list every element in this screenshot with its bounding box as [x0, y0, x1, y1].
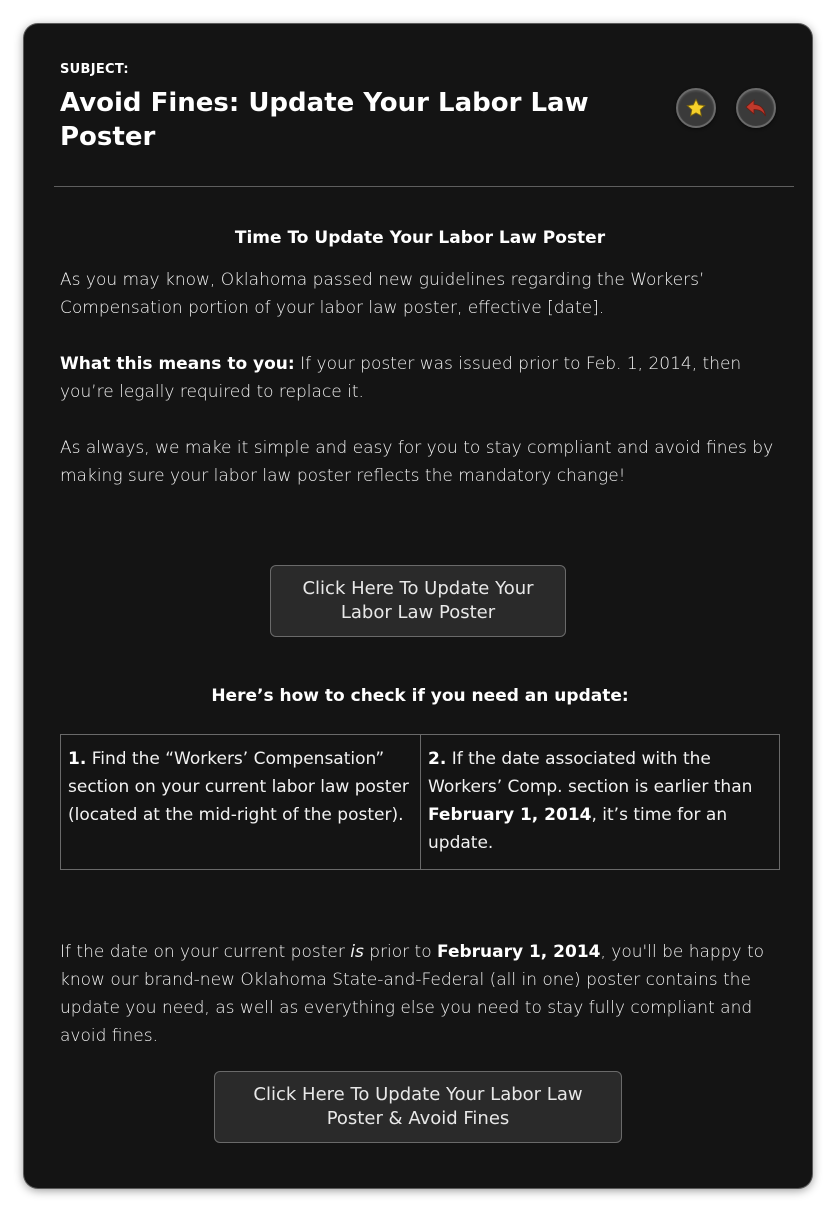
reply-button[interactable] — [736, 88, 776, 128]
subject-label: SUBJECT: — [60, 62, 129, 77]
update-avoid-fines-button-label: Click Here To Update Your Labor Law Post… — [253, 1084, 583, 1129]
step-2-text-a: If the date associated with the Workers’… — [428, 749, 753, 797]
always-paragraph: As always, we make it simple and easy fo… — [60, 434, 780, 490]
final-text-b: prior to — [363, 942, 438, 962]
step-2-number: 2. — [428, 749, 447, 769]
check-steps-table: 1. Find the “Workers’ Compensation” sect… — [60, 734, 780, 870]
means-paragraph: What this means to you: If your poster w… — [60, 350, 780, 406]
step-1-cell: 1. Find the “Workers’ Compensation” sect… — [61, 735, 420, 869]
step-1-text: Find the “Workers’ Compensation” section… — [68, 749, 409, 825]
body-heading: Time To Update Your Labor Law Poster — [234, 228, 606, 248]
email-card: SUBJECT: Avoid Fines: Update Your Labor … — [24, 24, 812, 1188]
final-paragraph: If the date on your current poster is pr… — [60, 938, 780, 1050]
always-text: As always, we make it simple and easy fo… — [60, 438, 774, 486]
step-2-date: February 1, 2014 — [428, 805, 592, 825]
final-date: February 1, 2014 — [437, 942, 601, 962]
final-text-is: is — [350, 942, 364, 962]
step-2-cell: 2. If the date associated with the Worke… — [420, 735, 779, 869]
check-heading: Here’s how to check if you need an updat… — [211, 686, 629, 706]
final-text-a: If the date on your current poster — [60, 942, 351, 962]
update-poster-button[interactable]: Click Here To Update Your Labor Law Post… — [270, 565, 566, 637]
intro-paragraph: As you may know, Oklahoma passed new gui… — [60, 266, 780, 322]
step-1-number: 1. — [68, 749, 87, 769]
reply-arrow-icon — [745, 99, 766, 117]
intro-text: As you may know, Oklahoma passed new gui… — [60, 270, 705, 318]
subject-title: Avoid Fines: Update Your Labor Law Poste… — [60, 88, 589, 152]
email-header: SUBJECT: Avoid Fines: Update Your Labor … — [60, 62, 776, 188]
header-divider — [54, 186, 794, 187]
update-poster-button-label: Click Here To Update Your Labor Law Post… — [302, 578, 534, 623]
update-avoid-fines-button[interactable]: Click Here To Update Your Labor Law Post… — [214, 1071, 622, 1143]
star-icon — [686, 98, 706, 117]
means-label: What this means to you: — [60, 354, 295, 374]
star-button[interactable] — [676, 88, 716, 128]
